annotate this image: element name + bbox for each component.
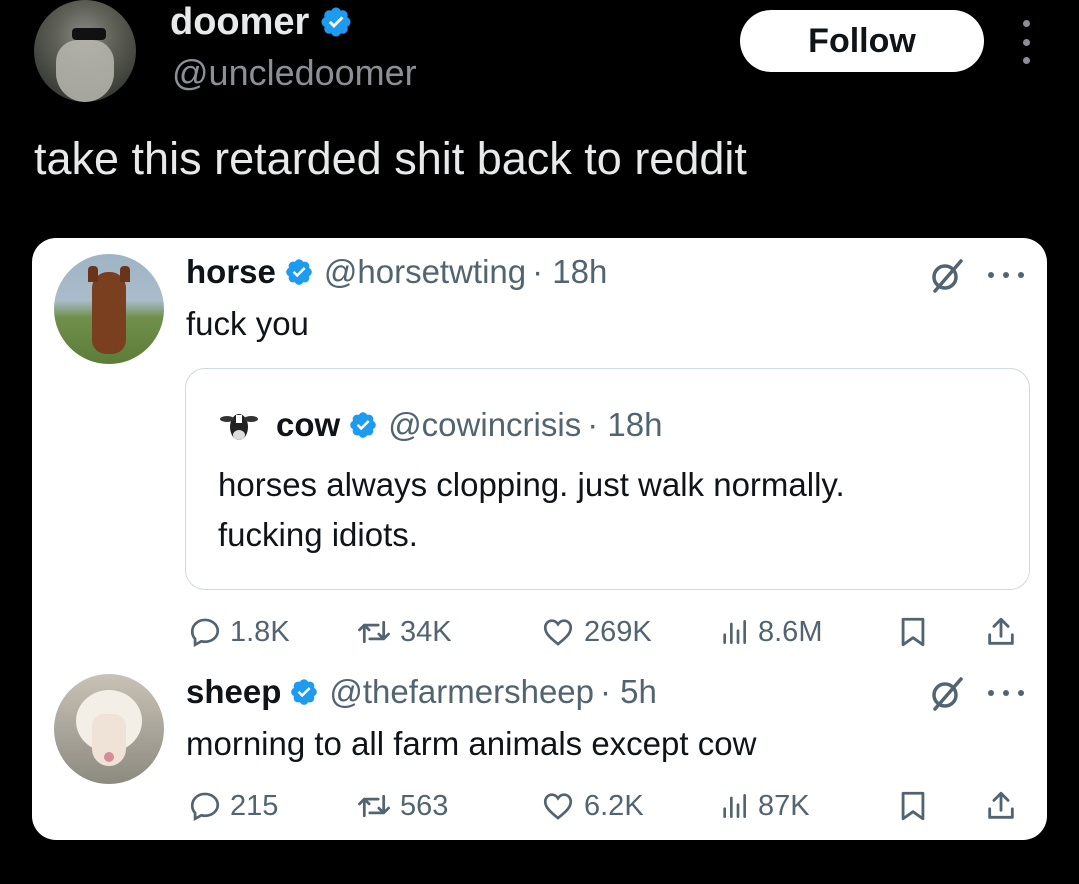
ellipsis-dot: [1003, 690, 1009, 696]
post2-time[interactable]: · 5h: [600, 672, 657, 712]
ellipsis-dot: [1018, 272, 1024, 278]
reply-count: 215: [230, 790, 279, 822]
more-dot: [1022, 38, 1030, 46]
avatar-sunglasses: [72, 28, 106, 40]
horse-head: [92, 272, 126, 354]
more-dot: [1022, 20, 1030, 27]
bookmark-action[interactable]: [896, 614, 930, 650]
quote-handle[interactable]: @cowincrisis: [388, 405, 581, 445]
like-count: 6.2K: [584, 790, 644, 822]
verified-badge-icon: [286, 259, 312, 285]
views-action[interactable]: 87K: [718, 788, 810, 824]
ellipsis-dot: [988, 272, 994, 278]
repost-action[interactable]: 34K: [356, 614, 452, 650]
like-action[interactable]: 6.2K: [540, 788, 644, 824]
reply-icon: [190, 618, 220, 648]
like-icon: [543, 793, 573, 820]
author-handle[interactable]: @uncledoomer: [172, 52, 417, 94]
reply-action[interactable]: 1.8K: [188, 614, 290, 650]
reply-icon: [190, 792, 220, 822]
quote-text-line1: horses always clopping. just walk normal…: [218, 466, 845, 503]
more-options-icon[interactable]: [1016, 20, 1036, 64]
like-icon: [543, 619, 573, 646]
tweet-text: take this retarded shit back to reddit: [34, 133, 747, 184]
quote-name[interactable]: cow: [276, 405, 340, 445]
post1-name[interactable]: horse: [186, 252, 276, 292]
repost-count: 34K: [400, 616, 452, 648]
views-icon: [723, 794, 746, 818]
repost-count: 563: [400, 790, 449, 822]
grok-icon[interactable]: [927, 256, 967, 296]
quote-time[interactable]: · 18h: [587, 405, 662, 445]
post2-header: sheep @thefarmersheep · 5h: [186, 672, 657, 712]
share-icon: [988, 791, 1014, 819]
views-icon: [723, 620, 746, 644]
share-action[interactable]: [984, 788, 1018, 824]
post2-more-icon[interactable]: [988, 688, 1024, 698]
verified-badge-icon: [350, 412, 376, 438]
bookmark-icon: [901, 617, 925, 647]
follow-button[interactable]: Follow: [740, 10, 984, 72]
views-count: 87K: [758, 790, 810, 822]
bookmark-icon: [901, 791, 925, 821]
embedded-screenshot[interactable]: horse @horsetwting · 18h fuck you cow @c…: [32, 238, 1047, 840]
post1-text: fuck you: [186, 305, 309, 342]
horse-ear: [88, 266, 98, 282]
views-count: 8.6M: [758, 616, 823, 648]
reply-action[interactable]: 215: [188, 788, 278, 824]
post1-action-bar: 1.8K 34K 269K 8.6M: [32, 614, 1047, 654]
verified-badge-icon: [291, 679, 318, 705]
horse-avatar[interactable]: [54, 254, 164, 364]
ellipsis-dot: [1003, 272, 1009, 278]
repost-action[interactable]: 563: [356, 788, 448, 824]
ellipsis-dot: [1018, 690, 1024, 696]
share-icon: [988, 617, 1014, 645]
verified-badge-icon: [321, 7, 351, 37]
quote-text-line2: fucking idiots.: [218, 516, 418, 553]
reply-count: 1.8K: [230, 616, 290, 648]
like-action[interactable]: 269K: [540, 614, 652, 650]
like-count: 269K: [584, 616, 652, 648]
author-name[interactable]: doomer: [170, 0, 353, 44]
ellipsis-dot: [988, 690, 994, 696]
post2-text: morning to all farm animals except cow: [186, 725, 757, 762]
post1-time[interactable]: · 18h: [532, 252, 607, 292]
post2-name[interactable]: sheep: [186, 672, 281, 712]
post1-header: horse @horsetwting · 18h: [186, 252, 607, 292]
quoted-post[interactable]: cow @cowincrisis · 18h horses always clo…: [185, 368, 1030, 590]
sheep-tongue: [104, 752, 114, 762]
post1-more-icon[interactable]: [988, 270, 1024, 280]
views-action[interactable]: 8.6M: [718, 614, 822, 650]
share-action[interactable]: [984, 614, 1018, 650]
post2-handle[interactable]: @thefarmersheep: [329, 672, 594, 712]
avatar-beard: [56, 40, 114, 102]
repost-icon: [358, 794, 390, 818]
bookmark-action[interactable]: [896, 788, 930, 824]
post2-action-bar: 215 563 6.2K 87K: [32, 788, 1047, 828]
author-avatar[interactable]: [34, 0, 136, 102]
author-name-text[interactable]: doomer: [170, 0, 309, 44]
more-dot: [1022, 57, 1030, 64]
quote-header: cow @cowincrisis · 18h: [276, 405, 662, 445]
post1-handle[interactable]: @horsetwting: [324, 252, 526, 292]
sheep-avatar[interactable]: [54, 674, 164, 784]
repost-icon: [358, 620, 390, 644]
horse-ear: [120, 266, 130, 282]
cow-avatar[interactable]: [218, 405, 260, 447]
grok-icon[interactable]: [927, 674, 967, 714]
